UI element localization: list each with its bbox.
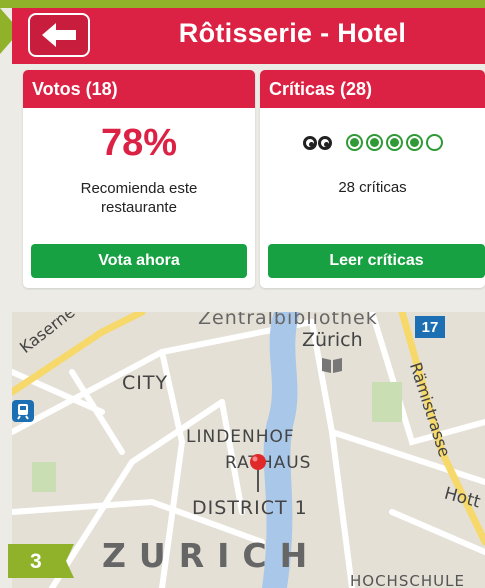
map-label-rathaus: RATHAUS xyxy=(225,453,312,473)
app-header: Rôtisserie - Hotel xyxy=(12,8,485,64)
page-title: Rôtisserie - Hotel xyxy=(178,18,407,48)
map-label-city-name: ZURICH xyxy=(102,536,321,575)
read-reviews-button[interactable]: Leer críticas xyxy=(268,244,485,278)
back-arrow-icon xyxy=(42,23,76,47)
map-label-district: DISTRICT 1 xyxy=(192,497,308,519)
back-button[interactable] xyxy=(28,13,90,57)
rating-bubbles xyxy=(345,134,443,151)
rating-bubble xyxy=(425,134,443,151)
tripadvisor-owl-icon xyxy=(302,135,332,150)
reviews-card-heading: Críticas (28) xyxy=(260,70,485,108)
map-view[interactable]: Zentralbibliothek Zürich Kaserne CITY Rä… xyxy=(12,312,485,588)
rating-bubble xyxy=(405,134,423,151)
map-label-zentralbibliothek: Zentralbibliothek xyxy=(198,312,378,329)
rating-bubble xyxy=(345,134,363,151)
map-label-city: CITY xyxy=(122,372,169,394)
tram-line-badge: 17 xyxy=(415,316,445,338)
map-label-lindenhof: LINDENHOF xyxy=(186,427,295,447)
map-label-hochschule: HOCHSCHULE xyxy=(350,572,465,588)
top-accent-strip xyxy=(0,0,485,8)
recommend-text: Recomienda este restaurante xyxy=(80,180,198,216)
recommend-percentage: 78% xyxy=(100,122,178,164)
train-station-icon[interactable] xyxy=(12,400,34,422)
votes-card: Votos (18) 78% Recomienda este restauran… xyxy=(23,70,255,288)
tripadvisor-rating xyxy=(260,134,485,151)
reviews-count: 28 críticas xyxy=(338,179,407,196)
step-number-badge: 3 xyxy=(8,544,74,578)
vote-now-button[interactable]: Vota ahora xyxy=(31,244,247,278)
rating-bubble xyxy=(385,134,403,151)
rating-bubble xyxy=(365,134,383,151)
map-label-zurich: Zürich xyxy=(302,329,363,351)
votes-card-heading: Votos (18) xyxy=(23,70,255,108)
reviews-card: Críticas (28) 28 críticas Leer críticas xyxy=(260,70,485,288)
content-area: Votos (18) 78% Recomienda este restauran… xyxy=(12,64,485,312)
